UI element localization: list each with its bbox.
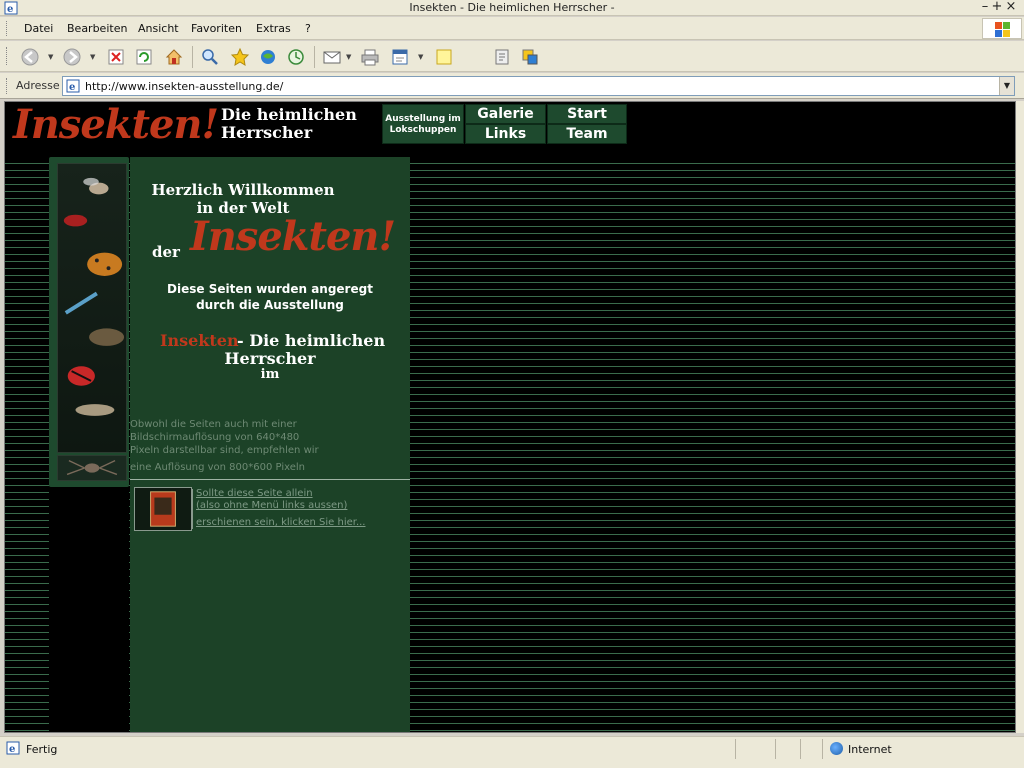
page-viewport: Insekten! Die heimlichen Herrscher Ausst… [4,101,1016,733]
subtitle-line2: Herrscher [221,123,313,142]
discuss-icon[interactable] [434,47,454,67]
back-dropdown-icon[interactable]: ▼ [48,53,53,61]
nav-start[interactable]: Start [547,104,627,124]
menu-bar: Datei Bearbeiten Ansicht Favoriten Extra… [0,17,1024,40]
content-divider [130,479,410,480]
status-divider [822,739,823,759]
inspired-line1: Diese Seiten wurden angeregt [167,282,373,296]
edit-dropdown-icon[interactable]: ▼ [418,53,423,61]
toolbar-separator [192,46,193,68]
address-input[interactable]: e http://www.insekten-ausstellung.de/ ▼ [62,76,1015,96]
svg-text:e: e [9,744,15,755]
exhibit-name-red: Insekten [160,331,239,350]
close-button[interactable]: × [1004,0,1018,14]
exhibit-name-rest: - Die heimlichen [237,331,386,350]
nav-exhibition-line1: Ausstellung im [385,114,461,124]
back-icon[interactable] [20,47,40,67]
windows-logo [982,18,1022,39]
menu-ansicht[interactable]: Ansicht [138,22,179,35]
welcome-heading: Herzlich Willkommen in der Welt [145,181,341,217]
site-subtitle: Die heimlichen Herrscher [221,106,357,142]
address-dropdown-icon[interactable]: ▼ [999,77,1014,95]
resolution-line: eine Auflösung von 800*600 Pixeln [130,462,305,473]
frameset-link-line2[interactable]: (also ohne Menü links aussen) [196,500,347,511]
internet-zone-icon [830,742,843,755]
refresh-icon[interactable] [134,47,154,67]
mail-dropdown-icon[interactable]: ▼ [346,53,351,61]
research-icon[interactable] [520,47,540,67]
nav-exhibition[interactable]: Ausstellung im Lokschuppen [382,104,464,144]
menu-favoriten[interactable]: Favoriten [191,22,242,35]
resolution-line: Pixeln darstellbar sind, empfehlen wir [130,445,319,456]
menu-datei[interactable]: Datei [24,22,53,35]
favorites-icon[interactable] [230,47,250,67]
menu-extras[interactable]: Extras [256,22,291,35]
status-divider [775,739,776,759]
page-icon: e [66,79,80,93]
search-icon[interactable] [200,47,220,67]
nav-gallery[interactable]: Galerie [465,104,546,124]
resolution-line: Bildschirmauflösung von 640*480 [130,432,300,443]
forward-dropdown-icon[interactable]: ▼ [90,53,95,61]
address-bar: Adresse e http://www.insekten-ausstellun… [0,73,1024,99]
der-text: der [152,243,180,261]
windows-flag-icon [995,22,1010,37]
address-label: Adresse [16,79,60,92]
book-thumbnail[interactable] [134,487,192,531]
frameset-link-line1[interactable]: Sollte diese Seite allein [196,488,313,499]
frameset-link-line3[interactable]: erschienen sein, klicken Sie hier... [196,517,366,528]
media-icon[interactable] [258,47,278,67]
site-logo[interactable]: Insekten! [13,103,219,147]
main-panel: Herzlich Willkommen in der Welt der Inse… [130,157,410,732]
left-black-column [49,487,129,732]
toolbar: ▼ ▼ ▼ ▼ [0,41,1024,72]
title-bar: e Insekten - Die heimlichen Herrscher - … [0,0,1024,16]
address-url[interactable]: http://www.insekten-ausstellung.de/ [85,80,283,93]
menu-grip[interactable] [6,21,9,36]
status-divider [735,739,736,759]
toolbar-separator [314,46,315,68]
status-text: Fertig [26,743,58,756]
print-icon[interactable] [360,47,380,67]
address-grip[interactable] [6,78,9,94]
inspired-line2: durch die Ausstellung [196,298,344,312]
resolution-line: Obwohl die Seiten auch mit einer [130,419,297,430]
svg-text:e: e [69,82,75,93]
vertical-scrollbar[interactable] [1016,101,1024,733]
status-divider [800,739,801,759]
insekten-logo-large: Insekten! [190,213,396,260]
mail-icon[interactable] [322,47,342,67]
thumbnail-separator [192,489,193,529]
page-status-icon: e [6,741,20,755]
welcome-line1: Herzlich Willkommen [151,181,335,199]
forward-icon[interactable] [62,47,82,67]
home-icon[interactable] [164,47,184,67]
messenger-icon[interactable] [492,47,512,67]
stop-icon[interactable] [106,47,126,67]
nav-links[interactable]: Links [465,124,546,144]
exhibit-im: im [260,367,280,382]
menu-help[interactable]: ? [305,22,311,35]
spider-image [57,455,127,481]
nav-exhibition-line2: Lokschuppen [389,125,457,135]
exhibit-name-line2: Herrscher [224,349,316,368]
resolution-note: Obwohl die Seiten auch mit einer Bildsch… [130,419,400,475]
subtitle-line1: Die heimlichen [221,105,357,124]
zone-text: Internet [848,743,892,756]
inspired-text: Diese Seiten wurden angeregt durch die A… [130,281,410,313]
maximize-button[interactable]: + [990,0,1004,14]
insect-strip-image [57,163,127,453]
status-bar: e Fertig Internet [0,736,1024,768]
menu-bearbeiten[interactable]: Bearbeiten [67,22,127,35]
window-title: Insekten - Die heimlichen Herrscher - [409,1,615,14]
toolbar-grip[interactable] [6,47,9,65]
history-icon[interactable] [286,47,306,67]
nav-team[interactable]: Team [547,124,627,144]
edit-icon[interactable] [390,47,410,67]
